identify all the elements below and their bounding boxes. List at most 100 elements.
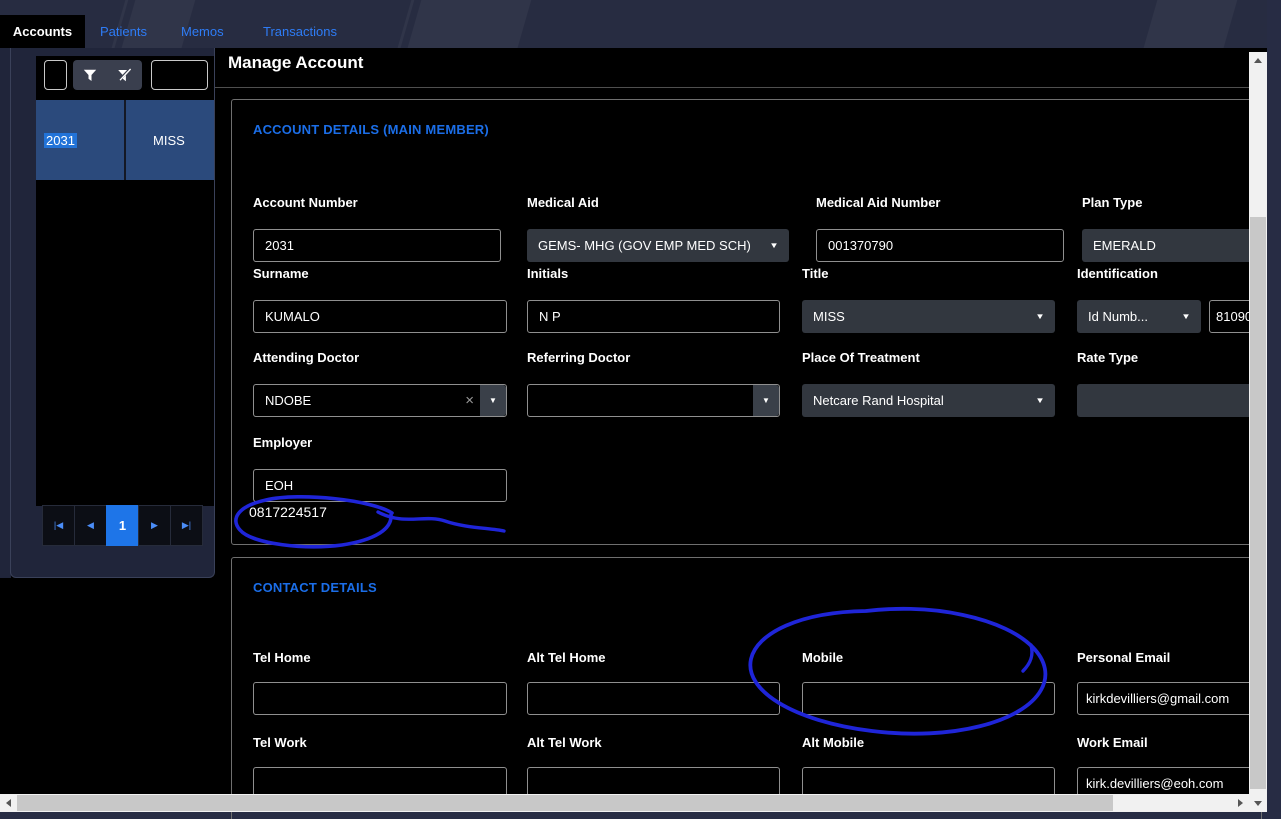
caret-down-icon: ▼ [1035, 396, 1045, 405]
tab-memos[interactable]: Memos [181, 15, 224, 48]
scroll-down-icon [1254, 801, 1262, 806]
account-details-section-title: ACCOUNT DETAILS (MAIN MEMBER) [253, 122, 489, 137]
medical-aid-dropdown[interactable]: GEMS- MHG (GOV EMP MED SCH) ▼ [527, 229, 789, 262]
personal-email-field[interactable] [1077, 682, 1263, 715]
apply-filter-button[interactable] [73, 60, 108, 90]
account-number-cell[interactable]: 2031 [36, 100, 126, 180]
grid-filter-input-account[interactable] [44, 60, 67, 90]
tab-accounts[interactable]: Accounts [0, 15, 85, 48]
top-navigation-bar: Accounts Patients Memos Transactions [0, 0, 1281, 48]
clear-value-icon[interactable]: × [465, 384, 474, 417]
place-of-treatment-value: Netcare Rand Hospital [813, 393, 944, 408]
account-number-field[interactable] [253, 229, 501, 262]
medical-aid-number-field[interactable] [816, 229, 1064, 262]
contact-details-section-title: CONTACT DETAILS [253, 580, 377, 595]
attending-doctor-combobox[interactable]: NDOBE × ▼ [253, 384, 507, 417]
mobile-label: Mobile [802, 650, 843, 665]
tab-patients[interactable]: Patients [100, 15, 147, 48]
alt-tel-work-label: Alt Tel Work [527, 735, 602, 750]
scroll-right-button[interactable] [1232, 794, 1249, 812]
vertical-scrollbar-thumb[interactable] [1250, 217, 1266, 789]
medical-aid-number-label: Medical Aid Number [816, 195, 940, 210]
caret-down-icon: ▼ [769, 241, 779, 250]
caret-down-icon[interactable]: ▼ [480, 385, 506, 416]
vertical-scrollbar[interactable] [1249, 52, 1267, 812]
identification-type-dropdown[interactable]: Id Numb... ▼ [1077, 300, 1201, 333]
tab-transactions[interactable]: Transactions [263, 15, 337, 48]
initials-label: Initials [527, 266, 568, 281]
grid-pagination: |◀ ◀ 1 ▶ ▶| [43, 505, 203, 546]
background-streak [403, 0, 535, 48]
title-value: MISS [813, 309, 845, 324]
initials-field[interactable] [527, 300, 780, 333]
attending-doctor-label: Attending Doctor [253, 350, 359, 365]
first-page-button[interactable]: |◀ [42, 505, 75, 546]
medical-aid-label: Medical Aid [527, 195, 599, 210]
accounts-grid: 2031 MISS [36, 56, 214, 506]
scroll-up-icon [1254, 58, 1262, 63]
title-label: Title [802, 266, 829, 281]
caret-down-icon: ▼ [1181, 312, 1191, 321]
right-margin [1267, 0, 1281, 819]
tel-home-label: Tel Home [253, 650, 311, 665]
account-number-value: 2031 [44, 133, 77, 148]
handwritten-phone-note: 0817224517 [249, 504, 327, 520]
referring-doctor-label: Referring Doctor [527, 350, 630, 365]
alt-mobile-label: Alt Mobile [802, 735, 864, 750]
account-row[interactable]: 2031 MISS [36, 100, 214, 180]
scroll-right-icon [1238, 799, 1243, 807]
scroll-down-button[interactable] [1249, 795, 1267, 812]
rate-type-label: Rate Type [1077, 350, 1138, 365]
title-dropdown[interactable]: MISS ▼ [802, 300, 1055, 333]
caret-down-icon: ▼ [1035, 312, 1045, 321]
surname-label: Surname [253, 266, 309, 281]
clear-filter-icon [117, 68, 132, 82]
accounts-list-panel: 2031 MISS |◀ ◀ 1 ▶ ▶| [10, 48, 215, 578]
account-details-panel: ACCOUNT DETAILS (MAIN MEMBER) Account Nu… [231, 99, 1262, 545]
identification-type-value: Id Numb... [1088, 309, 1148, 324]
mobile-field[interactable] [802, 682, 1055, 715]
employer-field[interactable] [253, 469, 507, 502]
attending-doctor-value: NDOBE [265, 393, 311, 408]
grid-filter-input-title[interactable] [151, 60, 208, 90]
account-title-cell[interactable]: MISS [128, 100, 214, 180]
contact-details-panel: CONTACT DETAILS Tel Home Alt Tel Home Mo… [231, 557, 1262, 819]
filter-funnel-icon [83, 69, 97, 82]
scroll-left-icon [6, 799, 11, 807]
title-separator [215, 87, 1249, 88]
rate-type-field [1077, 384, 1263, 417]
current-page-button[interactable]: 1 [106, 505, 139, 546]
manage-account-page: Manage Account ACCOUNT DETAILS (MAIN MEM… [215, 48, 1249, 794]
caret-down-icon[interactable]: ▼ [753, 385, 779, 416]
page-title: Manage Account [228, 53, 363, 73]
medical-aid-value: GEMS- MHG (GOV EMP MED SCH) [538, 238, 751, 253]
scroll-left-button[interactable] [0, 794, 17, 812]
last-page-button[interactable]: ▶| [170, 505, 203, 546]
work-email-label: Work Email [1077, 735, 1148, 750]
background-streak [1139, 0, 1241, 48]
plan-type-label: Plan Type [1082, 195, 1142, 210]
surname-field[interactable] [253, 300, 507, 333]
horizontal-scrollbar-thumb[interactable] [17, 795, 1113, 811]
grid-filter-buttons [73, 60, 142, 90]
alt-tel-home-field[interactable] [527, 682, 780, 715]
previous-page-button[interactable]: ◀ [74, 505, 107, 546]
place-of-treatment-dropdown[interactable]: Netcare Rand Hospital ▼ [802, 384, 1055, 417]
plan-type-value: EMERALD [1093, 238, 1156, 253]
tel-home-field[interactable] [253, 682, 507, 715]
account-title-value: MISS [153, 133, 185, 148]
plan-type-field: EMERALD [1082, 229, 1263, 262]
tel-work-label: Tel Work [253, 735, 307, 750]
place-of-treatment-label: Place Of Treatment [802, 350, 920, 365]
referring-doctor-combobox[interactable]: ▼ [527, 384, 780, 417]
app-window: Accounts Patients Memos Transactions [0, 0, 1281, 819]
next-page-button[interactable]: ▶ [138, 505, 171, 546]
identification-label: Identification [1077, 266, 1158, 281]
account-number-label: Account Number [253, 195, 358, 210]
horizontal-scrollbar[interactable] [0, 794, 1249, 812]
scroll-up-button[interactable] [1249, 52, 1267, 69]
clear-filter-button[interactable] [108, 60, 143, 90]
referring-doctor-box[interactable] [527, 384, 780, 417]
employer-label: Employer [253, 435, 312, 450]
personal-email-label: Personal Email [1077, 650, 1170, 665]
